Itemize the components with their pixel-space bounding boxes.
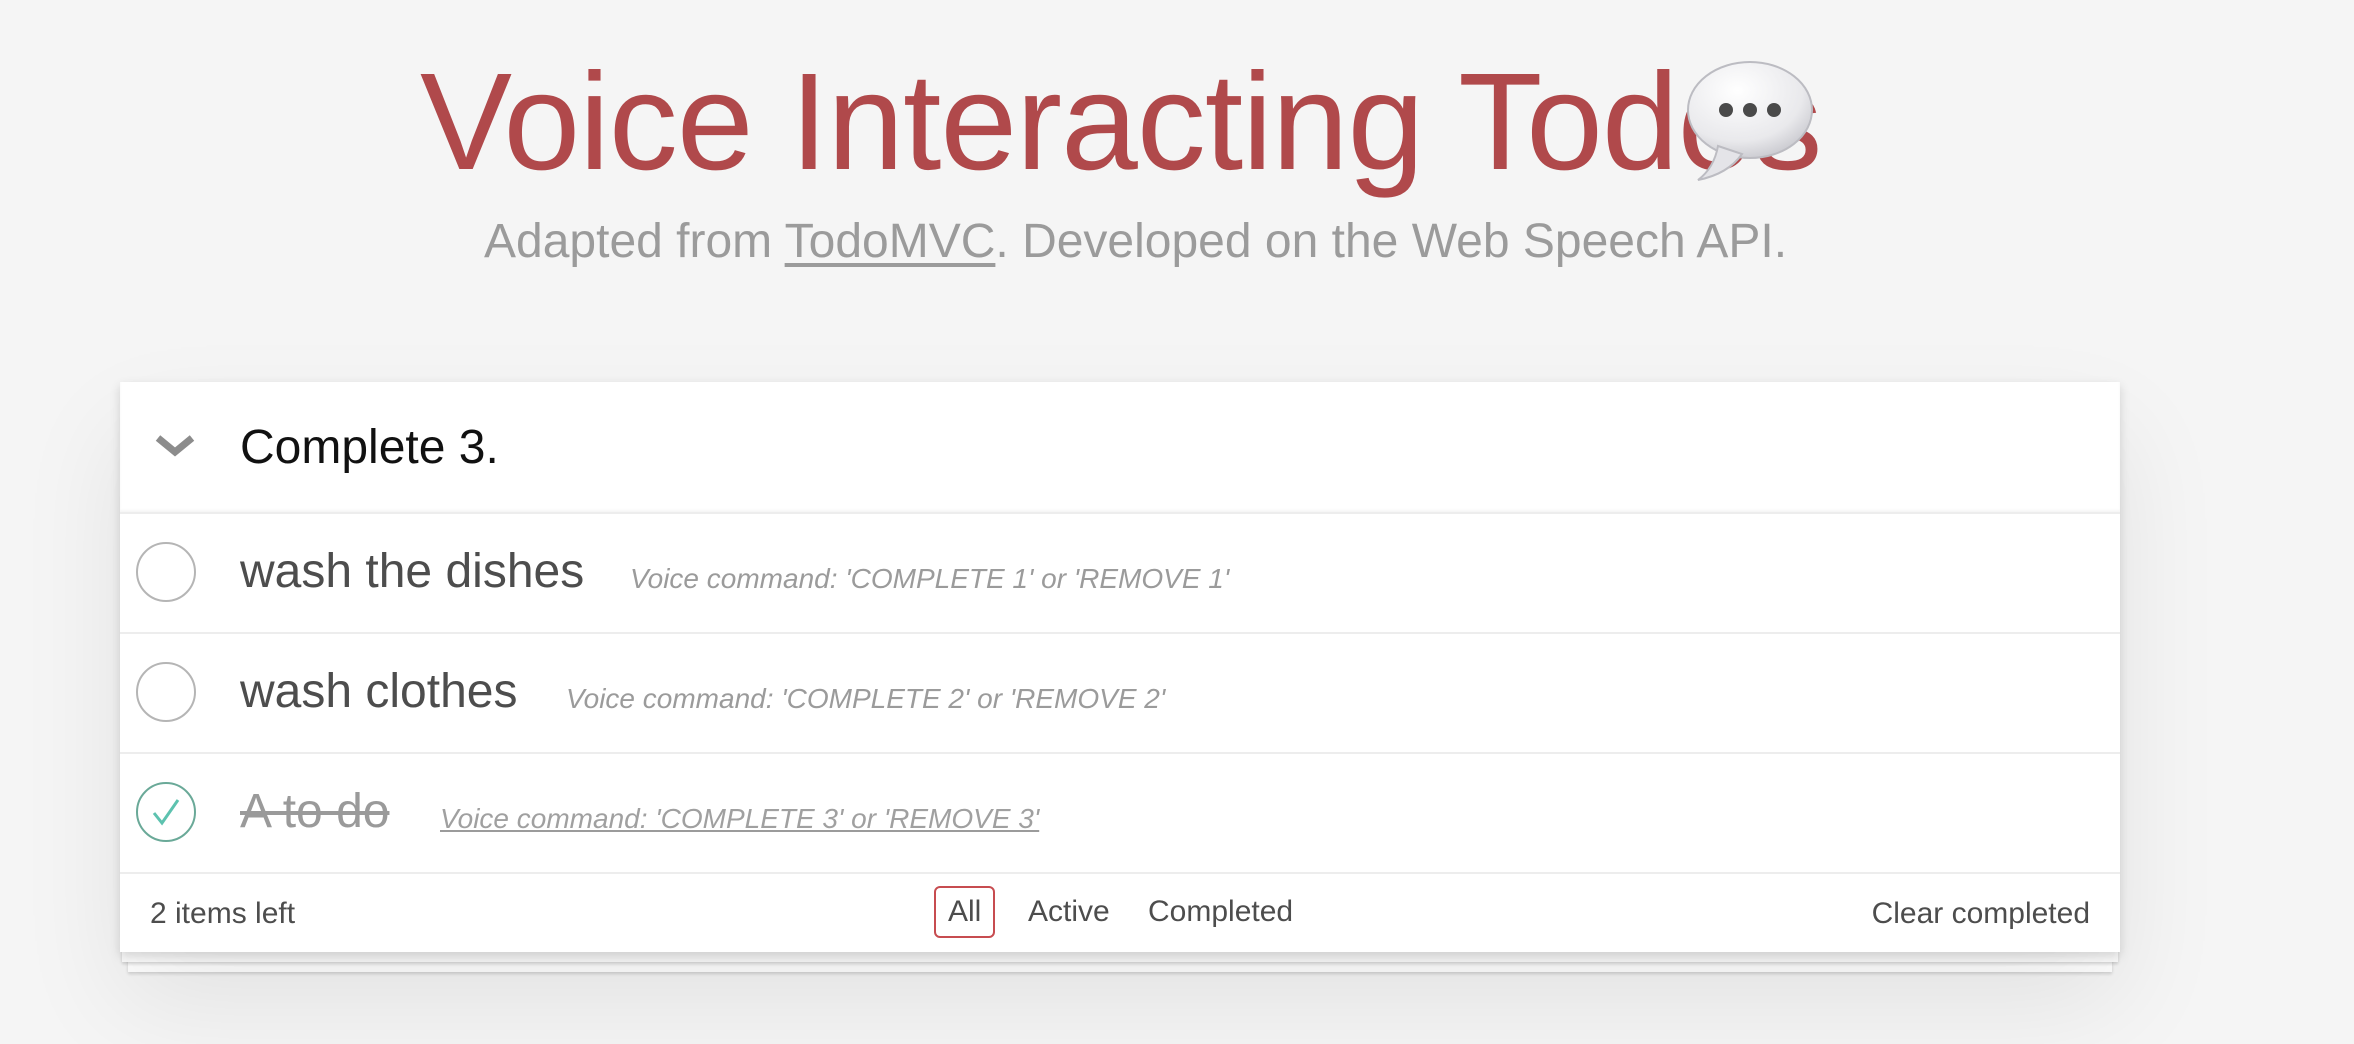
checkmark-icon: [152, 799, 180, 826]
todo-app: wash the dishes Voice command: 'COMPLETE…: [120, 382, 2120, 952]
subtitle-text-after: . Developed on the Web Speech API.: [995, 215, 1788, 268]
todo-toggle-checkbox[interactable]: [136, 542, 196, 602]
filter-completed[interactable]: Completed: [1134, 886, 1307, 938]
new-todo-row: [120, 382, 2120, 514]
filter-all[interactable]: All: [934, 886, 996, 938]
clear-completed-button[interactable]: Clear completed: [1872, 896, 2090, 932]
todo-item: wash clothes Voice command: 'COMPLETE 2'…: [120, 634, 2120, 754]
todo-label[interactable]: A to do: [240, 782, 389, 842]
filter-active[interactable]: Active: [1014, 886, 1124, 938]
todo-footer: 2 items left All Active Completed Clear …: [120, 872, 2120, 952]
todo-item: A to do Voice command: 'COMPLETE 3' or '…: [120, 754, 2120, 874]
todo-label[interactable]: wash clothes: [240, 662, 517, 722]
todomvc-link[interactable]: TodoMVC: [785, 215, 996, 268]
todo-toggle-checkbox[interactable]: [136, 782, 196, 842]
subtitle-text-before: Adapted from: [484, 215, 785, 268]
chevron-down-icon[interactable]: [148, 420, 202, 474]
speech-balloon-icon: [1684, 56, 1816, 186]
todo-item: wash the dishes Voice command: 'COMPLETE…: [120, 514, 2120, 634]
todo-label[interactable]: wash the dishes: [240, 542, 584, 602]
page-title: Voice Interacting Todos: [420, 45, 1822, 199]
voice-command-hint: Voice command: 'COMPLETE 2' or 'REMOVE 2…: [566, 683, 1166, 714]
voice-command-hint: Voice command: 'COMPLETE 1' or 'REMOVE 1…: [630, 563, 1230, 594]
todo-toggle-checkbox[interactable]: [136, 662, 196, 722]
voice-command-hint: Voice command: 'COMPLETE 3' or 'REMOVE 3…: [440, 803, 1040, 834]
items-left-count: 2 items left: [150, 897, 296, 930]
new-todo-input[interactable]: [240, 406, 2080, 488]
subtitle: Adapted from TodoMVC. Developed on the W…: [484, 212, 1787, 272]
